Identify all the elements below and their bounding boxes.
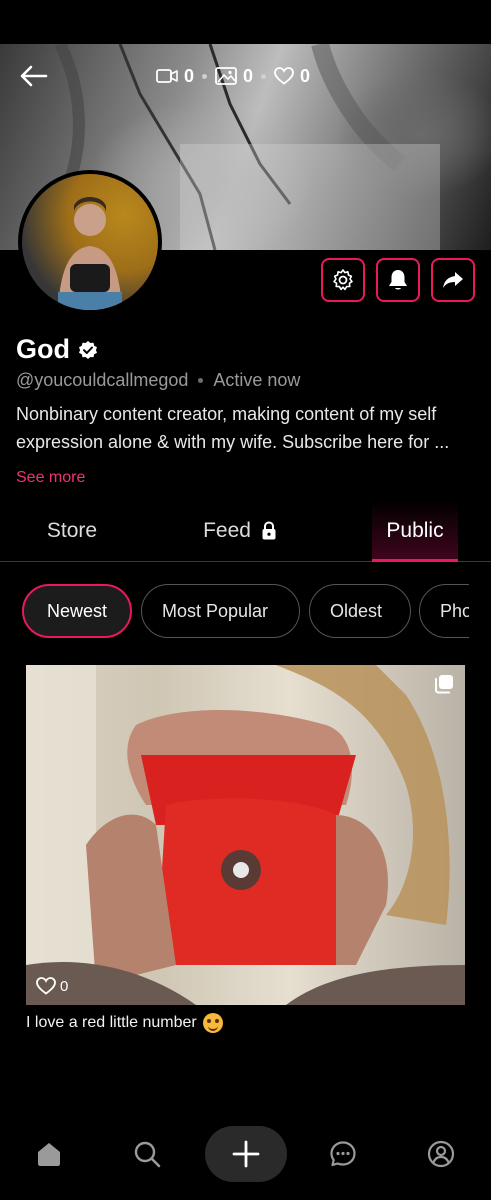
video-icon [156, 69, 178, 83]
handle: @youcouldcallmegod [16, 370, 189, 390]
active-tab-indicator [372, 559, 458, 562]
separator-dot [198, 378, 204, 383]
profile-name: God [16, 334, 98, 365]
profile-tabs: Store Feed Public [0, 500, 491, 562]
caption-text: I love a red little number [26, 1014, 197, 1031]
profile-icon [427, 1140, 455, 1168]
nav-messages[interactable] [315, 1126, 371, 1182]
activity-status: Active now [213, 370, 301, 390]
video-count-value: 0 [184, 65, 195, 86]
share-button[interactable] [431, 258, 475, 302]
multiple-images-icon [435, 675, 453, 694]
back-button[interactable] [18, 60, 58, 92]
create-post-button[interactable] [205, 1126, 287, 1182]
smiling-face-with-hearts-icon [202, 1013, 223, 1033]
status-bar [0, 0, 491, 44]
search-icon [134, 1141, 161, 1168]
image-icon [215, 67, 237, 85]
chip-label: Newest [46, 600, 108, 621]
post-caption: I love a red little number [26, 1013, 223, 1033]
heart-icon [274, 67, 294, 85]
filter-most-popular[interactable]: Most Popular [141, 584, 300, 638]
sort-filters: Newest Most Popular Oldest Photos [22, 584, 469, 640]
chat-icon [330, 1141, 356, 1167]
bottom-navigation [0, 1118, 491, 1190]
bell-icon [389, 270, 407, 290]
tab-label: Store [46, 519, 98, 542]
nav-search[interactable] [119, 1126, 175, 1182]
filter-newest[interactable]: Newest [22, 584, 132, 638]
post-likes-value: 0 [60, 977, 69, 995]
tab-label: Feed [203, 519, 251, 542]
tab-feed[interactable]: Feed [160, 500, 320, 562]
chip-label: Most Popular [162, 600, 269, 621]
tab-label: Public [386, 519, 444, 542]
plus-icon [232, 1140, 260, 1168]
handle-row: @youcouldcallmegod Active now [16, 370, 300, 391]
post-likes[interactable]: 0 [36, 977, 68, 995]
home-icon [38, 1143, 60, 1166]
display-name: God [16, 334, 70, 364]
photo-count: 0 [215, 66, 253, 87]
avatar[interactable] [18, 170, 162, 314]
share-icon [443, 272, 463, 288]
nav-profile[interactable] [413, 1126, 469, 1182]
video-count: 0 [156, 66, 194, 87]
lock-icon [262, 521, 276, 540]
media-stats: 0 0 0 [156, 64, 310, 88]
filter-oldest[interactable]: Oldest [309, 584, 411, 638]
see-more-link[interactable]: See more [16, 469, 85, 487]
tab-store[interactable]: Store [0, 500, 144, 562]
arrow-left-icon [20, 65, 48, 87]
separator-dot [261, 73, 267, 79]
separator-dot [202, 73, 208, 79]
chip-label: Oldest [330, 600, 383, 621]
heart-icon [36, 977, 56, 995]
chip-label: Photos [440, 600, 469, 621]
likes-count-value: 0 [300, 65, 311, 86]
filter-photos[interactable]: Photos [419, 584, 469, 638]
header-bar: 0 0 0 [0, 56, 491, 96]
notify-button[interactable] [376, 258, 420, 302]
verified-badge-icon [79, 340, 97, 359]
photo-count-value: 0 [243, 65, 254, 86]
post-thumbnail[interactable]: 0 [26, 665, 465, 1005]
profile-bio: Nonbinary content creator, making conten… [16, 404, 450, 452]
nav-home[interactable] [21, 1126, 77, 1182]
tab-public[interactable]: Public [372, 500, 458, 562]
likes-count: 0 [274, 66, 310, 87]
settings-button[interactable] [321, 258, 365, 302]
gear-icon [333, 269, 353, 291]
